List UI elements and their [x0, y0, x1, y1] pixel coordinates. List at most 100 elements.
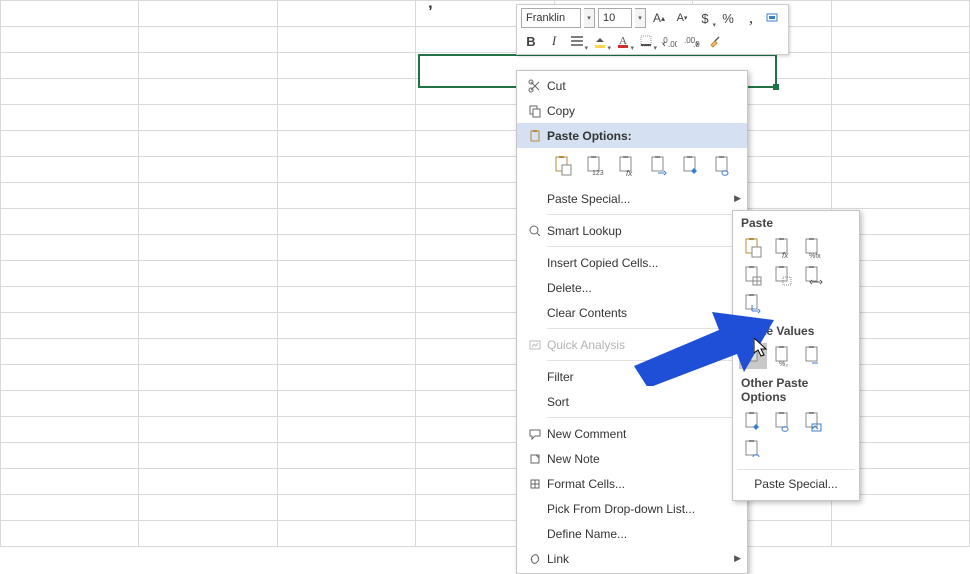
- clipboard-icon: [523, 129, 547, 143]
- context-define-name-label: Define Name...: [547, 527, 729, 541]
- scissors-icon: [523, 79, 547, 93]
- context-copy-label: Copy: [547, 104, 729, 118]
- context-quick-analysis: Quick Analysis: [517, 332, 747, 357]
- svg-text:%₂: %₂: [779, 361, 788, 367]
- font-name-combo[interactable]: Franklin: [521, 8, 581, 28]
- paste-transpose-icon[interactable]: [739, 291, 767, 317]
- paste-all-icon[interactable]: [739, 235, 767, 261]
- paste-formulas-number-icon[interactable]: %fx: [799, 235, 827, 261]
- context-clear-contents-label: Clear Contents: [547, 306, 729, 320]
- format-painter-brush-button[interactable]: [705, 31, 725, 51]
- note-icon: [523, 452, 547, 466]
- link-icon: [523, 552, 547, 566]
- other-paste-header: Other Paste Options: [735, 373, 857, 407]
- context-format-cells-label: Format Cells...: [547, 477, 729, 491]
- font-name-dropdown-icon[interactable]: ▾: [584, 8, 595, 28]
- paste-picture-icon[interactable]: [799, 409, 827, 435]
- context-menu: Cut Copy Paste Options: 123 fx Paste Spe…: [516, 70, 748, 574]
- copy-icon: [523, 104, 547, 118]
- context-delete[interactable]: Delete...: [517, 275, 747, 300]
- paste-link-icon[interactable]: [709, 152, 737, 180]
- context-delete-label: Delete...: [547, 281, 729, 295]
- paste-values-source-icon[interactable]: [799, 343, 827, 369]
- context-paste-special-label: Paste Special...: [547, 192, 729, 206]
- context-sort[interactable]: Sort ▶: [517, 389, 747, 414]
- context-pick-from-list[interactable]: Pick From Drop-down List...: [517, 496, 747, 521]
- bold-button[interactable]: B: [521, 31, 541, 51]
- paste-submenu-header: Paste: [735, 213, 857, 233]
- svg-text:123: 123: [592, 170, 604, 177]
- paste-values-icon[interactable]: 123: [581, 152, 609, 180]
- comma-style-button[interactable]: ,: [741, 8, 761, 28]
- paste-values-only-icon[interactable]: [739, 343, 767, 369]
- context-insert-copied-label: Insert Copied Cells...: [547, 256, 729, 270]
- context-copy[interactable]: Copy: [517, 98, 747, 123]
- decrease-font-button[interactable]: A▾: [672, 8, 692, 28]
- paste-linked-picture-icon[interactable]: [739, 437, 767, 463]
- svg-text:fx: fx: [782, 251, 789, 259]
- paste-formulas-icon[interactable]: fx: [769, 235, 797, 261]
- context-paste-options-label: Paste Options:: [547, 129, 729, 143]
- chevron-right-icon: ▶: [734, 553, 741, 564]
- paste-formatting-only-icon[interactable]: [739, 409, 767, 435]
- percent-style-button[interactable]: %: [718, 8, 738, 28]
- accounting-number-button[interactable]: $: [695, 8, 715, 28]
- context-new-note-label: New Note: [547, 452, 729, 466]
- format-painter-button[interactable]: [764, 8, 784, 28]
- context-new-note[interactable]: New Note: [517, 446, 747, 471]
- paste-special-dialog-item[interactable]: Paste Special...: [735, 472, 857, 496]
- font-size-combo[interactable]: 10: [598, 8, 632, 28]
- format-cells-icon: [523, 477, 547, 491]
- cell-value: ’: [428, 2, 433, 22]
- paste-keep-source-icon[interactable]: [739, 263, 767, 289]
- paste-formatting-icon[interactable]: [677, 152, 705, 180]
- context-pick-from-list-label: Pick From Drop-down List...: [547, 502, 729, 516]
- context-format-cells[interactable]: Format Cells...: [517, 471, 747, 496]
- paste-all-icon[interactable]: [549, 152, 577, 180]
- font-size-dropdown-icon[interactable]: ▾: [635, 8, 646, 28]
- context-smart-lookup[interactable]: Smart Lookup: [517, 218, 747, 243]
- align-button[interactable]: [567, 31, 587, 51]
- search-icon: [523, 224, 547, 238]
- context-cut-label: Cut: [547, 79, 729, 93]
- context-define-name[interactable]: Define Name...: [517, 521, 747, 546]
- paste-column-widths-icon[interactable]: [799, 263, 827, 289]
- borders-button[interactable]: [636, 31, 656, 51]
- italic-button[interactable]: I: [544, 31, 564, 51]
- paste-no-borders-icon[interactable]: [769, 263, 797, 289]
- svg-text:.0: .0: [693, 40, 700, 48]
- decrease-decimal-button[interactable]: .00.0: [682, 31, 702, 51]
- svg-text:fx: fx: [626, 169, 633, 177]
- font-color-button[interactable]: A: [613, 31, 633, 51]
- paste-options-icons: 123 fx: [517, 148, 747, 186]
- paste-transpose-icon[interactable]: [645, 152, 673, 180]
- context-quick-analysis-label: Quick Analysis: [547, 338, 729, 352]
- comment-icon: [523, 427, 547, 441]
- paste-formulas-icon[interactable]: fx: [613, 152, 641, 180]
- context-paste-special[interactable]: Paste Special... ▶: [517, 186, 747, 211]
- increase-decimal-button[interactable]: .0.00: [659, 31, 679, 51]
- svg-text:.00: .00: [668, 40, 677, 48]
- context-sort-label: Sort: [547, 395, 729, 409]
- paste-values-number-icon[interactable]: %₂: [769, 343, 797, 369]
- fill-color-button[interactable]: [590, 31, 610, 51]
- context-new-comment[interactable]: New Comment: [517, 421, 747, 446]
- paste-values-header: Paste Values: [735, 321, 857, 341]
- context-insert-copied-cells[interactable]: Insert Copied Cells...: [517, 250, 747, 275]
- context-new-comment-label: New Comment: [547, 427, 729, 441]
- context-link[interactable]: Link ▶: [517, 546, 747, 571]
- paste-link-icon[interactable]: [769, 409, 797, 435]
- context-paste-options-header: Paste Options:: [517, 123, 747, 148]
- quick-analysis-icon: [523, 338, 547, 352]
- mini-toolbar: Franklin ▾ 10 ▾ A▴ A▾ $ % , B I A .0.00 …: [516, 4, 789, 55]
- context-filter[interactable]: Filter ▶: [517, 364, 747, 389]
- context-link-label: Link: [547, 552, 729, 566]
- chevron-right-icon: ▶: [734, 193, 741, 204]
- context-smart-lookup-label: Smart Lookup: [547, 224, 729, 238]
- context-clear-contents[interactable]: Clear Contents: [517, 300, 747, 325]
- context-cut[interactable]: Cut: [517, 73, 747, 98]
- svg-text:%fx: %fx: [809, 253, 821, 259]
- context-filter-label: Filter: [547, 370, 729, 384]
- increase-font-button[interactable]: A▴: [649, 8, 669, 28]
- paste-special-submenu: Paste fx %fx Paste Values %₂ Other Paste…: [732, 210, 860, 501]
